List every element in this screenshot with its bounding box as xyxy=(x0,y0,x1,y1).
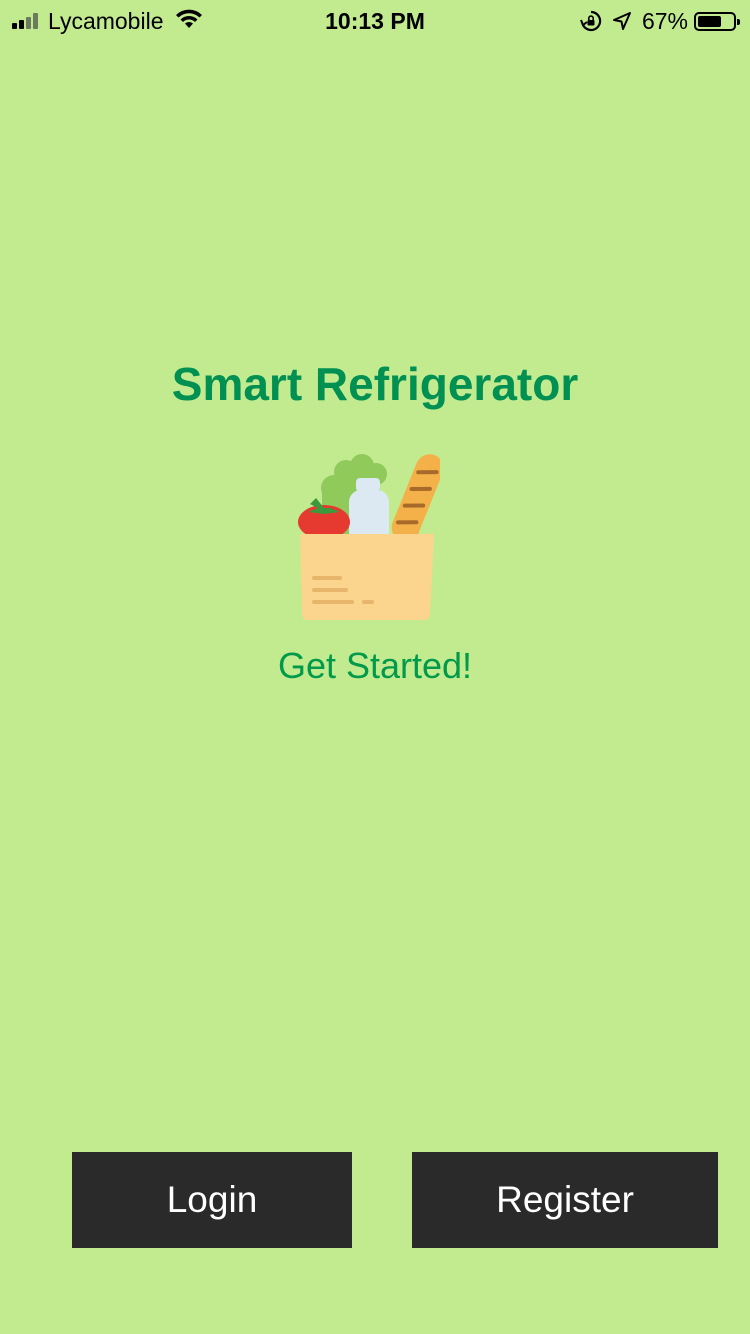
battery-level xyxy=(698,15,721,27)
register-button[interactable]: Register xyxy=(412,1152,718,1248)
location-arrow-icon xyxy=(612,11,632,31)
grocery-bag-icon xyxy=(296,452,444,624)
login-button-label: Login xyxy=(166,1179,258,1220)
battery-icon xyxy=(694,11,740,31)
orientation-lock-icon xyxy=(580,10,602,32)
battery-percent: 67% xyxy=(641,7,688,34)
status-bar-right: 67% xyxy=(580,7,740,35)
app-title: Smart Refrigerator xyxy=(171,358,579,410)
status-bar: Lycamobile 10:13 PM 67% xyxy=(0,0,750,40)
login-button[interactable]: Login xyxy=(72,1152,352,1248)
register-button-label: Register xyxy=(496,1179,634,1220)
get-started-text: Get Started! xyxy=(277,645,473,686)
